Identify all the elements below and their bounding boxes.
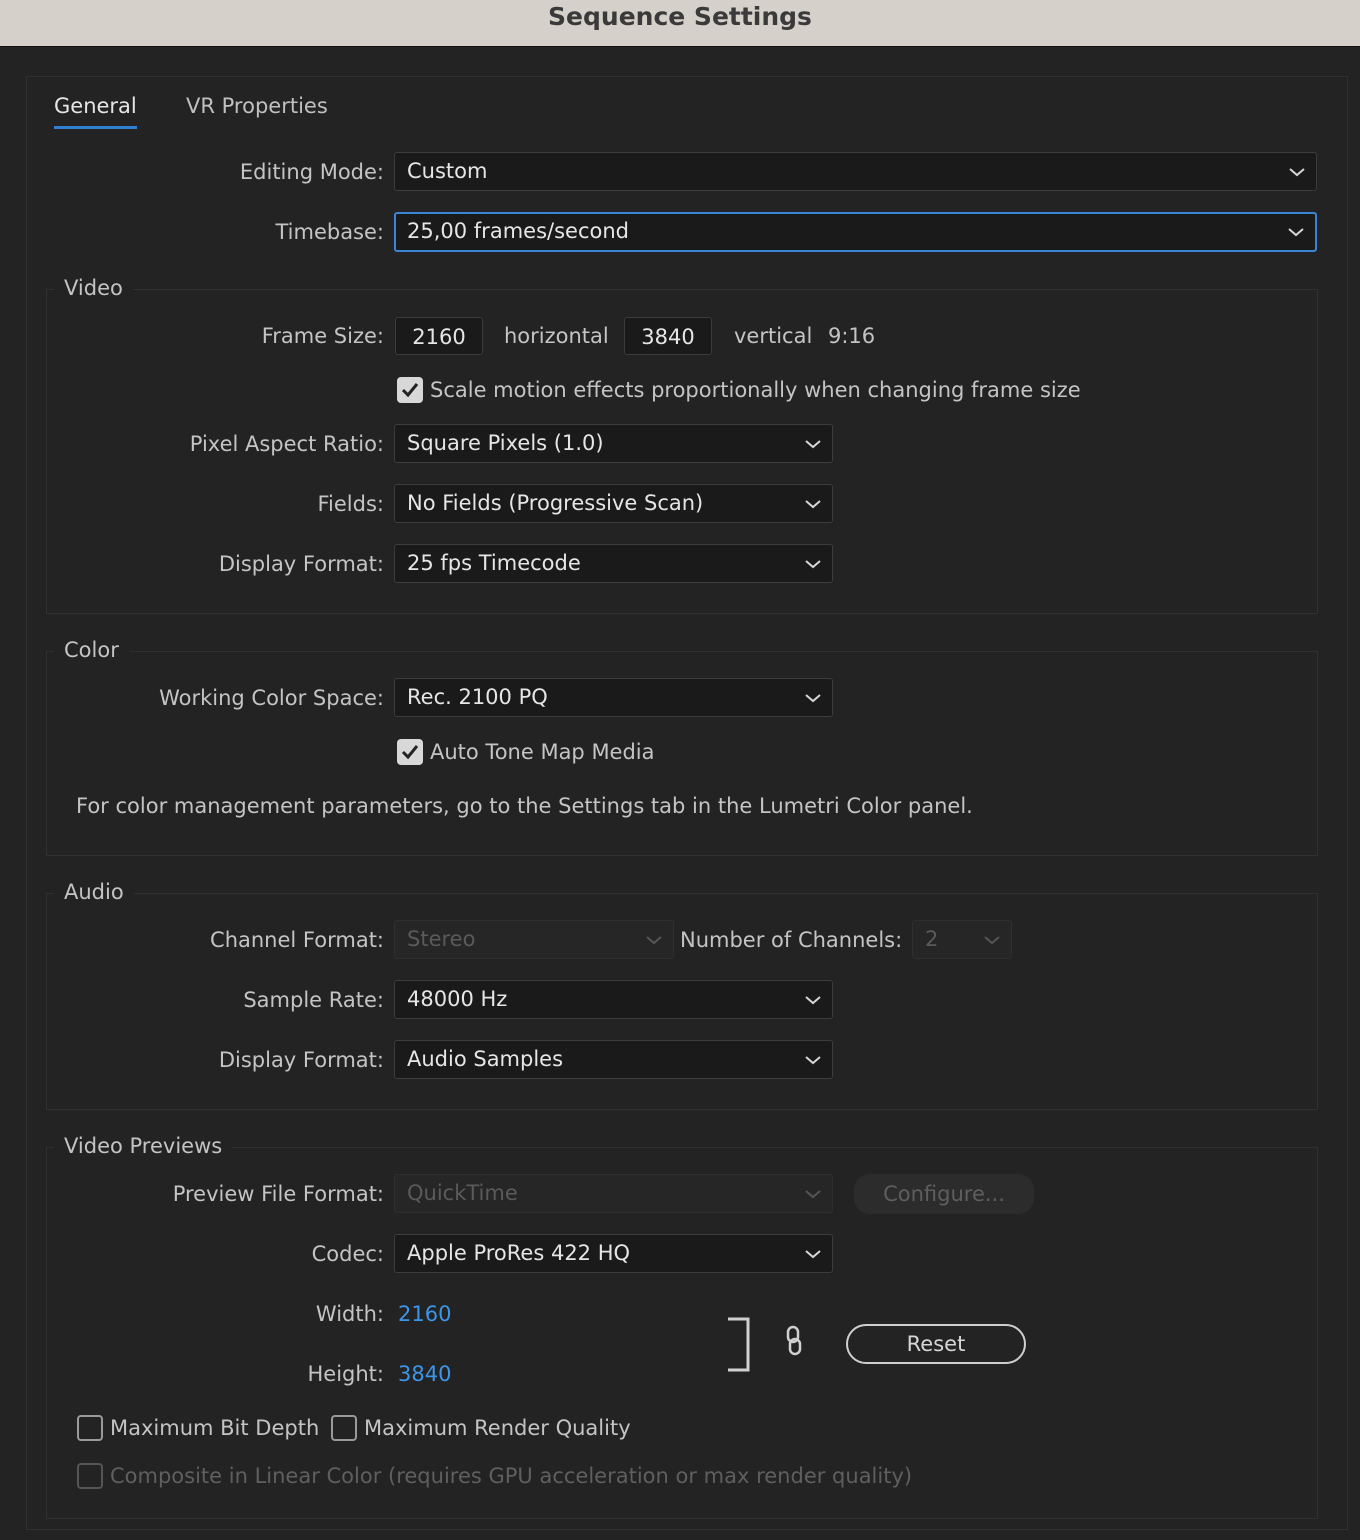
checkmark-icon xyxy=(401,745,419,760)
preview-width-value[interactable]: 2160 xyxy=(398,1299,451,1329)
editing-mode-select[interactable]: Custom xyxy=(394,152,1317,191)
working-color-space-select[interactable]: Rec. 2100 PQ xyxy=(394,678,833,717)
timebase-select[interactable]: 25,00 frames/second xyxy=(394,212,1317,252)
sample-rate-select[interactable]: 48000 Hz xyxy=(394,980,833,1019)
chevron-down-icon xyxy=(983,921,1001,958)
channel-format-label: Channel Format: xyxy=(210,928,384,952)
chain-link-icon[interactable] xyxy=(781,1324,807,1362)
fields-select[interactable]: No Fields (Progressive Scan) xyxy=(394,484,833,523)
fields-value: No Fields (Progressive Scan) xyxy=(407,491,704,515)
max-bit-depth-checkbox[interactable] xyxy=(77,1415,103,1441)
horizontal-label: horizontal xyxy=(504,324,609,348)
color-legend: Color xyxy=(54,635,129,665)
frame-height-field[interactable]: 3840 xyxy=(624,317,712,355)
chevron-down-icon xyxy=(804,1041,822,1078)
editing-mode-label: Editing Mode: xyxy=(239,160,384,184)
pixel-aspect-ratio-select[interactable]: Square Pixels (1.0) xyxy=(394,424,833,463)
codec-select[interactable]: Apple ProRes 422 HQ xyxy=(394,1234,833,1273)
audio-display-format-select[interactable]: Audio Samples xyxy=(394,1040,833,1079)
chevron-down-icon xyxy=(645,921,663,958)
video-display-format-label: Display Format: xyxy=(218,552,384,576)
channel-format-select[interactable]: Stereo xyxy=(394,920,674,959)
sample-rate-value: 48000 Hz xyxy=(407,987,508,1011)
fields-label: Fields: xyxy=(317,492,385,516)
working-color-space-label: Working Color Space: xyxy=(159,686,384,710)
composite-linear-checkbox[interactable] xyxy=(77,1463,103,1489)
chevron-down-icon xyxy=(1288,153,1306,190)
scale-motion-checkbox[interactable] xyxy=(397,377,423,403)
codec-value: Apple ProRes 422 HQ xyxy=(407,1241,631,1265)
chevron-down-icon xyxy=(1287,214,1305,250)
preview-height-label: Height: xyxy=(307,1362,385,1386)
checkmark-icon xyxy=(401,383,419,398)
preview-file-format-label: Preview File Format: xyxy=(172,1182,384,1206)
aspect-ratio-readout: 9:16 xyxy=(828,324,876,348)
pixel-aspect-ratio-label: Pixel Aspect Ratio: xyxy=(189,432,384,456)
window-title: Sequence Settings xyxy=(548,2,812,31)
color-management-note: For color management parameters, go to t… xyxy=(76,794,973,818)
preview-file-format-value: QuickTime xyxy=(407,1181,518,1205)
timebase-value: 25,00 frames/second xyxy=(407,219,629,243)
chevron-down-icon xyxy=(804,1175,822,1212)
number-of-channels-value: 2 xyxy=(925,927,939,951)
timebase-label: Timebase: xyxy=(275,220,384,244)
auto-tone-map-label: Auto Tone Map Media xyxy=(430,740,655,764)
tab-vr-properties[interactable]: VR Properties xyxy=(186,90,328,126)
audio-legend: Audio xyxy=(54,877,134,907)
chevron-down-icon xyxy=(804,545,822,582)
chevron-down-icon xyxy=(804,981,822,1018)
preview-height-value[interactable]: 3840 xyxy=(398,1359,451,1389)
video-legend: Video xyxy=(54,273,133,303)
sample-rate-label: Sample Rate: xyxy=(243,988,384,1012)
pixel-aspect-ratio-value: Square Pixels (1.0) xyxy=(407,431,604,455)
audio-display-format-value: Audio Samples xyxy=(407,1047,564,1071)
composite-linear-label: Composite in Linear Color (requires GPU … xyxy=(110,1464,913,1488)
video-previews-legend: Video Previews xyxy=(54,1131,233,1161)
preview-file-format-select[interactable]: QuickTime xyxy=(394,1174,833,1213)
chevron-down-icon xyxy=(804,425,822,462)
max-bit-depth-label: Maximum Bit Depth xyxy=(110,1416,320,1440)
chevron-down-icon xyxy=(804,679,822,716)
vertical-label: vertical xyxy=(734,324,813,348)
audio-display-format-label: Display Format: xyxy=(218,1048,384,1072)
frame-size-label: Frame Size: xyxy=(261,324,384,348)
video-display-format-select[interactable]: 25 fps Timecode xyxy=(394,544,833,583)
working-color-space-value: Rec. 2100 PQ xyxy=(407,685,548,709)
chevron-down-icon xyxy=(804,1235,822,1272)
max-render-quality-label: Maximum Render Quality xyxy=(364,1416,631,1440)
auto-tone-map-checkbox[interactable] xyxy=(397,739,423,765)
preview-width-label: Width: xyxy=(315,1302,384,1326)
tab-general[interactable]: General xyxy=(54,90,137,129)
scale-motion-label: Scale motion effects proportionally when… xyxy=(430,378,1081,402)
video-display-format-value: 25 fps Timecode xyxy=(407,551,581,575)
frame-width-field[interactable]: 2160 xyxy=(395,317,483,355)
editing-mode-value: Custom xyxy=(407,159,488,183)
codec-label: Codec: xyxy=(311,1242,384,1266)
channel-format-value: Stereo xyxy=(407,927,476,951)
constrain-bracket xyxy=(726,1316,754,1378)
configure-button[interactable]: Configure... xyxy=(854,1174,1034,1214)
reset-button[interactable]: Reset xyxy=(846,1324,1026,1364)
title-bar: Sequence Settings xyxy=(0,0,1360,47)
number-of-channels-select[interactable]: 2 xyxy=(912,920,1012,959)
max-render-quality-checkbox[interactable] xyxy=(331,1415,357,1441)
chevron-down-icon xyxy=(804,485,822,522)
number-of-channels-label: Number of Channels: xyxy=(680,928,903,952)
